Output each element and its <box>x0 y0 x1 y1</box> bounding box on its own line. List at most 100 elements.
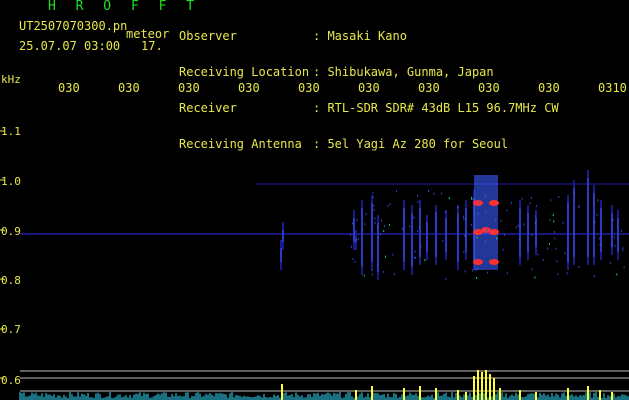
signal-speck <box>599 237 601 240</box>
signal-speck <box>414 250 416 253</box>
signal-speck <box>464 234 466 237</box>
signal-speck <box>477 204 479 207</box>
signal-speck <box>434 211 436 214</box>
signal-speck <box>373 208 375 211</box>
signal-speck <box>506 272 508 275</box>
signal-speck <box>518 238 520 241</box>
signal-speck <box>553 231 555 234</box>
signal-speck <box>597 199 599 202</box>
signal-speck <box>478 201 480 204</box>
signal-speck <box>566 272 568 275</box>
signal-speck <box>477 212 479 215</box>
signal-speck <box>351 222 353 225</box>
signal-speck <box>371 269 373 272</box>
signal-speck <box>356 219 358 222</box>
meteor-echo <box>489 259 499 265</box>
signal-speck <box>614 244 616 247</box>
signal-speck <box>613 236 615 239</box>
signal-speck <box>534 222 536 225</box>
signal-speck <box>388 224 390 226</box>
signal-speck <box>414 256 416 259</box>
signal-speck <box>523 223 525 226</box>
signal-speck <box>476 236 478 239</box>
signal-speck <box>462 215 464 218</box>
signal-speck <box>352 258 354 261</box>
signal-speck <box>550 199 552 202</box>
signal-speck <box>510 201 512 204</box>
signal-speck <box>475 268 477 271</box>
signal-speck <box>409 225 411 228</box>
meteor-head-column <box>482 175 490 270</box>
signal-speck <box>379 233 381 236</box>
signal-speck <box>484 240 486 243</box>
signal-speck <box>531 268 533 271</box>
signal-speck <box>374 221 376 224</box>
signal-speck <box>456 206 458 209</box>
signal-speck <box>373 204 375 207</box>
signal-speck <box>383 229 385 232</box>
signal-speck <box>435 245 437 248</box>
signal-speck <box>387 204 389 207</box>
signal-traces <box>20 170 629 280</box>
signal-speck <box>552 214 554 217</box>
signal-speck <box>374 217 376 220</box>
signal-speck <box>554 237 556 240</box>
signal-speck <box>413 216 415 219</box>
signal-speck <box>578 265 580 268</box>
meteor-echo <box>489 200 499 206</box>
signal-speck <box>553 220 555 223</box>
signal-speck <box>425 221 427 224</box>
signal-speck <box>530 196 532 199</box>
signal-speck <box>555 247 557 250</box>
signal-speck <box>486 227 488 230</box>
signal-speck <box>444 210 446 213</box>
signal-speck <box>529 202 531 205</box>
signal-speck <box>380 219 382 222</box>
signal-speck <box>536 205 538 208</box>
signal-speck <box>599 243 601 246</box>
spectrogram <box>0 130 629 400</box>
signal-speck <box>371 273 373 276</box>
signal-speck <box>384 255 386 258</box>
signal-speck <box>417 200 419 203</box>
signal-speck <box>549 218 551 221</box>
signal-speck <box>365 213 367 216</box>
signal-speck <box>440 192 442 195</box>
meteor-echo <box>489 229 499 235</box>
signal-speck <box>364 223 366 226</box>
signal-speck <box>393 272 395 275</box>
signal-speck <box>389 203 391 206</box>
signal-speck <box>442 240 444 243</box>
signal-speck <box>464 270 466 273</box>
signal-speck <box>470 223 472 226</box>
signal-speck <box>417 229 419 232</box>
signal-speck <box>547 247 549 250</box>
signal-speck <box>395 190 397 193</box>
signal-speck <box>610 262 612 265</box>
signal-speck <box>384 225 386 228</box>
signal-speck <box>448 196 450 199</box>
signal-speck <box>392 253 394 256</box>
meteor-head-column <box>474 175 482 270</box>
signal-speck <box>531 234 533 237</box>
signal-speck <box>594 221 596 224</box>
grid-lines <box>0 130 629 392</box>
signal-speck <box>463 218 465 221</box>
signal-speck <box>622 249 624 252</box>
signal-speck <box>593 275 595 278</box>
signal-speck <box>621 230 623 233</box>
signal-speck <box>486 229 488 232</box>
signal-speck <box>372 196 374 199</box>
meteor-echo <box>473 259 483 265</box>
signal-speck <box>549 242 551 245</box>
signal-speck <box>383 270 385 273</box>
signal-speck <box>485 194 487 197</box>
signal-speck <box>418 226 420 229</box>
signal-speck <box>622 247 624 250</box>
signal-speck <box>587 229 589 232</box>
signal-speck <box>537 253 539 256</box>
signal-speck <box>372 191 374 194</box>
signal-speck <box>517 224 519 227</box>
signal-speck <box>557 273 559 276</box>
signal-speck <box>473 229 475 232</box>
